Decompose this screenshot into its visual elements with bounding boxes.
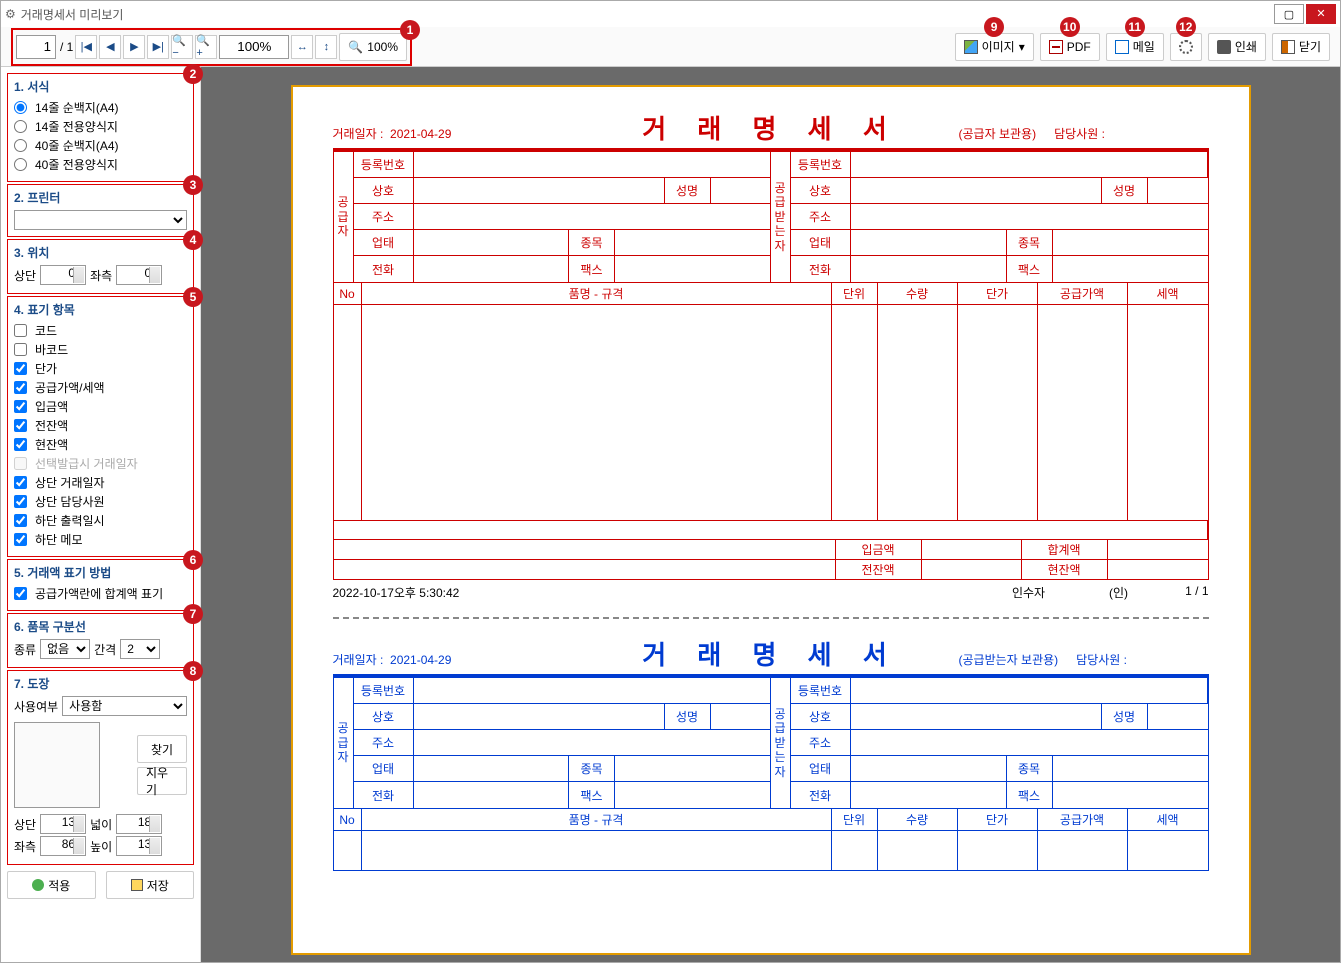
panel-printer-title: 2. 프린터 bbox=[14, 189, 187, 206]
marker-2: 2 bbox=[183, 64, 203, 84]
panel-position: 4 3. 위치 상단0 좌측0 bbox=[7, 239, 194, 294]
panel-fields: 5 4. 표기 항목 코드바코드단가공급가액/세액입금액전잔액현잔액선택발급시 … bbox=[7, 296, 194, 557]
marker-11: 11 bbox=[1125, 17, 1145, 37]
print-button[interactable]: 인쇄 bbox=[1208, 33, 1266, 61]
form-opt-2[interactable] bbox=[14, 139, 27, 152]
sidebar: 2 1. 서식 14줄 순백지(A4) 14줄 전용양식지 40줄 순백지(A4… bbox=[1, 67, 201, 962]
marker-8: 8 bbox=[183, 661, 203, 681]
toolbar: / 1 |◀ ◀ ▶ ▶| 🔍− 🔍+ ↔ ↕ 🔍 100% 1 이미지 ▾ 9… bbox=[1, 27, 1340, 67]
page-total: / 1 bbox=[60, 40, 73, 54]
form-opt-0[interactable] bbox=[14, 101, 27, 114]
stamp-label: (인) bbox=[1089, 584, 1149, 601]
next-page-button[interactable]: ▶ bbox=[123, 35, 145, 59]
field-chk-1[interactable] bbox=[14, 343, 27, 356]
marker-10: 10 bbox=[1060, 17, 1080, 37]
panel-position-title: 3. 위치 bbox=[14, 244, 187, 261]
panel-divider-title: 6. 품목 구분선 bbox=[14, 618, 187, 635]
settings-button[interactable] bbox=[1170, 33, 1202, 61]
mail-button[interactable]: 메일 bbox=[1106, 33, 1164, 61]
stamp-use-select[interactable]: 사용함 bbox=[62, 696, 187, 716]
pdf-button[interactable]: PDF bbox=[1040, 33, 1100, 61]
marker-12: 12 bbox=[1176, 17, 1196, 37]
panel-stamp: 8 7. 도장 사용여부 사용함 찾기 지우기 상단13 넓이18 좌측86 bbox=[7, 670, 194, 865]
stamp-width[interactable]: 18 bbox=[116, 814, 162, 834]
field-chk-7[interactable] bbox=[14, 457, 27, 470]
marker-6: 6 bbox=[183, 550, 203, 570]
panel-form: 2 1. 서식 14줄 순백지(A4) 14줄 전용양식지 40줄 순백지(A4… bbox=[7, 73, 194, 182]
apply-button[interactable]: 적용 bbox=[7, 871, 96, 899]
zoom-out-button[interactable]: 🔍− bbox=[171, 35, 193, 59]
field-chk-6[interactable] bbox=[14, 438, 27, 451]
stamp-preview bbox=[14, 722, 100, 808]
panel-stamp-title: 7. 도장 bbox=[14, 675, 187, 692]
marker-9: 9 bbox=[984, 17, 1004, 37]
last-page-button[interactable]: ▶| bbox=[147, 35, 169, 59]
print-icon bbox=[1217, 40, 1231, 54]
toolbar-navigation-group: / 1 |◀ ◀ ▶ ▶| 🔍− 🔍+ ↔ ↕ 🔍 100% 1 bbox=[11, 28, 412, 66]
cut-line bbox=[333, 617, 1209, 619]
field-chk-5[interactable] bbox=[14, 419, 27, 432]
maximize-button[interactable]: ▢ bbox=[1274, 4, 1304, 24]
stamp-left[interactable]: 86 bbox=[40, 836, 86, 856]
pos-left-input[interactable]: 0 bbox=[116, 265, 162, 285]
receiver-label: 인수자 bbox=[969, 584, 1089, 601]
mail-icon bbox=[1115, 40, 1129, 54]
save-icon bbox=[131, 879, 143, 891]
printed-time: 2022-10-17오후 5:30:42 bbox=[333, 584, 969, 601]
panel-printer: 3 2. 프린터 bbox=[7, 184, 194, 237]
field-chk-3[interactable] bbox=[14, 381, 27, 394]
form-opt-3[interactable] bbox=[14, 158, 27, 171]
preview-area[interactable]: 거래일자 : 2021-04-29 거 래 명 세 서 (공급자 보관용)담당사… bbox=[201, 67, 1340, 962]
amount-opt[interactable] bbox=[14, 587, 27, 600]
page-input[interactable] bbox=[16, 35, 56, 59]
field-chk-8[interactable] bbox=[14, 476, 27, 489]
divider-gap-select[interactable]: 2 bbox=[120, 639, 160, 659]
field-chk-2[interactable] bbox=[14, 362, 27, 375]
zoom-fit-button[interactable]: 🔍 100% bbox=[339, 33, 407, 61]
panel-fields-title: 4. 표기 항목 bbox=[14, 301, 187, 318]
form-opt-1[interactable] bbox=[14, 120, 27, 133]
image-icon bbox=[964, 40, 978, 54]
marker-7: 7 bbox=[183, 604, 203, 624]
field-chk-11[interactable] bbox=[14, 533, 27, 546]
fit-height-button[interactable]: ↕ bbox=[315, 35, 337, 59]
first-page-button[interactable]: |◀ bbox=[75, 35, 97, 59]
close-button[interactable]: ✕ bbox=[1306, 4, 1336, 24]
stamp-find-button[interactable]: 찾기 bbox=[137, 735, 187, 763]
pdf-icon bbox=[1049, 40, 1063, 54]
field-chk-4[interactable] bbox=[14, 400, 27, 413]
panel-amount: 6 5. 거래액 표기 방법 공급가액란에 합계액 표기 bbox=[7, 559, 194, 611]
panel-divider: 7 6. 품목 구분선 종류 없음 간격 2 bbox=[7, 613, 194, 668]
settings-icon bbox=[1179, 40, 1193, 54]
fit-width-button[interactable]: ↔ bbox=[291, 35, 313, 59]
window-title: 거래명세서 미리보기 bbox=[21, 6, 1274, 23]
stamp-clear-button[interactable]: 지우기 bbox=[137, 767, 187, 795]
page-number: 1 / 1 bbox=[1149, 584, 1209, 601]
zoom-input[interactable] bbox=[219, 35, 289, 59]
marker-1: 1 bbox=[400, 20, 420, 40]
zoom-in-button[interactable]: 🔍+ bbox=[195, 35, 217, 59]
panel-form-title: 1. 서식 bbox=[14, 78, 187, 95]
image-button[interactable]: 이미지 ▾ bbox=[955, 33, 1034, 61]
check-icon bbox=[32, 879, 44, 891]
marker-3: 3 bbox=[183, 175, 203, 195]
stamp-top[interactable]: 13 bbox=[40, 814, 86, 834]
field-chk-10[interactable] bbox=[14, 514, 27, 527]
preview-page: 거래일자 : 2021-04-29 거 래 명 세 서 (공급자 보관용)담당사… bbox=[291, 85, 1251, 955]
close-icon bbox=[1281, 40, 1295, 54]
gear-icon: ⚙ bbox=[5, 7, 16, 21]
marker-5: 5 bbox=[183, 287, 203, 307]
marker-4: 4 bbox=[183, 230, 203, 250]
close-panel-button[interactable]: 닫기 bbox=[1272, 33, 1330, 61]
panel-amount-title: 5. 거래액 표기 방법 bbox=[14, 564, 187, 581]
printer-select[interactable] bbox=[14, 210, 187, 230]
field-chk-0[interactable] bbox=[14, 324, 27, 337]
save-button[interactable]: 저장 bbox=[106, 871, 195, 899]
stamp-height[interactable]: 13 bbox=[116, 836, 162, 856]
field-chk-9[interactable] bbox=[14, 495, 27, 508]
pos-top-input[interactable]: 0 bbox=[40, 265, 86, 285]
divider-kind-select[interactable]: 없음 bbox=[40, 639, 90, 659]
prev-page-button[interactable]: ◀ bbox=[99, 35, 121, 59]
